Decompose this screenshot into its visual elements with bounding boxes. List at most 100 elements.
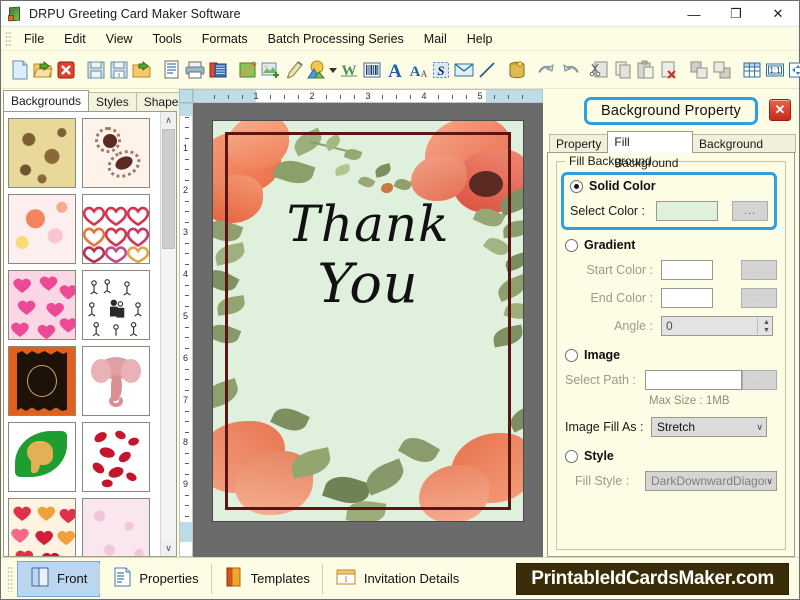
thumb-glitter-hearts[interactable]	[8, 498, 76, 557]
pencil-design-icon[interactable]	[237, 56, 259, 84]
new-document-icon[interactable]	[9, 56, 31, 84]
text-small-icon[interactable]: AA	[407, 56, 429, 84]
end-color-field[interactable]	[661, 288, 713, 308]
menu-item-help[interactable]: Help	[457, 29, 503, 49]
start-color-field[interactable]	[661, 260, 713, 280]
pen-signature-icon[interactable]	[283, 56, 305, 84]
fill-style-select[interactable]: DarkDownwardDiagona ∨	[645, 471, 777, 491]
radio-solid-color[interactable]: Solid Color	[570, 179, 768, 193]
redo-icon[interactable]	[559, 56, 581, 84]
bring-front-icon[interactable]	[688, 56, 710, 84]
menu-item-mail[interactable]: Mail	[414, 29, 457, 49]
scroll-down-arrow-icon[interactable]: ∨	[161, 540, 176, 556]
grid-icon[interactable]	[741, 56, 763, 84]
end-color-browse-button[interactable]: ...	[741, 288, 777, 308]
radio-solid-color-indicator[interactable]	[570, 180, 583, 193]
radio-style-indicator[interactable]	[565, 450, 578, 463]
line-tool-icon[interactable]	[476, 56, 498, 84]
panel-close-icon[interactable]: ✕	[769, 99, 791, 121]
start-color-browse-button[interactable]: ...	[741, 260, 777, 280]
thumb-pink-hearts[interactable]	[8, 270, 76, 340]
thumb-pink-elephant[interactable]	[82, 346, 150, 416]
radio-image[interactable]: Image	[565, 348, 777, 362]
background-list-scrollbar[interactable]: ∧ ∨	[160, 112, 176, 556]
text-large-icon[interactable]: A	[384, 56, 406, 84]
thumb-heart-outlines[interactable]	[82, 194, 150, 264]
tab-fill-background[interactable]: Fill Background	[607, 131, 693, 153]
insert-image-icon[interactable]	[260, 56, 282, 84]
spin-down-icon[interactable]: ▼	[763, 327, 770, 334]
cut-icon[interactable]	[589, 56, 611, 84]
close-document-icon[interactable]	[55, 56, 77, 84]
print-preview-icon[interactable]	[161, 56, 183, 84]
angle-spinner[interactable]: 0 ▲ ▼	[661, 316, 773, 336]
radio-gradient[interactable]: Gradient	[565, 238, 777, 252]
thumb-green-leaf-ganesha[interactable]	[8, 422, 76, 492]
spin-up-icon[interactable]: ▲	[763, 319, 770, 326]
tab-styles[interactable]: Styles	[88, 92, 137, 111]
image-fill-as-select[interactable]: Stretch ∨	[651, 417, 767, 437]
maximize-icon[interactable]: ❐	[715, 1, 757, 27]
shape-dropdown-chevron-icon[interactable]	[329, 56, 337, 84]
tab-property[interactable]: Property	[549, 134, 608, 153]
scroll-up-arrow-icon[interactable]: ∧	[161, 112, 176, 128]
select-color-swatch[interactable]	[656, 201, 718, 221]
menu-item-edit[interactable]: Edit	[54, 29, 96, 49]
save-icon[interactable]	[85, 56, 107, 84]
thumb-pink-damask[interactable]	[82, 498, 150, 557]
barcode-icon[interactable]	[361, 56, 383, 84]
open-folder-icon[interactable]	[32, 56, 54, 84]
database-icon[interactable]	[506, 56, 528, 84]
vertical-ruler[interactable]: 123456789	[179, 103, 193, 557]
menu-item-view[interactable]: View	[96, 29, 143, 49]
bottom-bar-grip-icon[interactable]	[7, 566, 14, 592]
horizontal-ruler[interactable]: 12345	[193, 89, 543, 103]
bottom-tab-templates[interactable]: Templates	[212, 562, 322, 596]
save-as-icon[interactable]: I	[108, 56, 130, 84]
tab-backgrounds[interactable]: Backgrounds	[3, 90, 89, 111]
watermark-icon[interactable]: W	[338, 56, 360, 84]
angle-spinner-arrows[interactable]: ▲ ▼	[757, 318, 771, 334]
greeting-card-preview[interactable]: Thank You	[213, 121, 523, 521]
chevron-down-icon[interactable]: ∨	[766, 476, 773, 487]
thumb-lace-rosettes[interactable]	[82, 118, 150, 188]
select-path-field[interactable]	[645, 370, 742, 390]
fit-page-icon[interactable]	[787, 56, 800, 84]
menu-item-file[interactable]: File	[14, 29, 54, 49]
copy-icon[interactable]	[612, 56, 634, 84]
thumb-vintage-floral[interactable]	[8, 118, 76, 188]
scrollbar-thumb[interactable]	[162, 129, 175, 249]
chevron-down-icon[interactable]: ∨	[756, 422, 763, 433]
thumb-wedding-couples[interactable]	[82, 270, 150, 340]
send-back-icon[interactable]	[711, 56, 733, 84]
actual-size-icon[interactable]: 1:1	[764, 56, 786, 84]
insert-shape-icon[interactable]	[306, 56, 328, 84]
radio-gradient-indicator[interactable]	[565, 239, 578, 252]
bottom-tab-properties[interactable]: Properties	[100, 562, 210, 596]
radio-style[interactable]: Style	[565, 449, 777, 463]
tab-background-effects[interactable]: Background Effects	[692, 134, 796, 153]
design-stage[interactable]: Thank You	[193, 103, 543, 557]
menu-item-batch-processing-series[interactable]: Batch Processing Series	[258, 29, 414, 49]
select-color-browse-button[interactable]: ...	[732, 201, 768, 221]
thumb-red-rose-petals[interactable]	[82, 422, 150, 492]
delete-icon[interactable]	[658, 56, 680, 84]
mail-envelope-icon[interactable]	[453, 56, 475, 84]
menu-grip-icon[interactable]	[5, 31, 12, 47]
export-folder-icon[interactable]	[131, 56, 153, 84]
signature-box-icon[interactable]: S	[430, 56, 452, 84]
close-icon[interactable]: ✕	[757, 1, 799, 27]
paste-icon[interactable]	[635, 56, 657, 84]
radio-image-indicator[interactable]	[565, 349, 578, 362]
select-path-browse-button[interactable]: ...	[742, 370, 777, 390]
thumb-pastel-blossoms[interactable]	[8, 194, 76, 264]
thumb-orange-ganesha[interactable]	[8, 346, 76, 416]
bottom-tab-front[interactable]: Front	[18, 562, 99, 596]
batch-print-icon[interactable]	[207, 56, 229, 84]
bottom-tab-invitation-details[interactable]: I Invitation Details	[323, 562, 471, 596]
menu-item-formats[interactable]: Formats	[192, 29, 258, 49]
menu-item-tools[interactable]: Tools	[143, 29, 192, 49]
card-text[interactable]: Thank You	[213, 199, 523, 311]
undo-icon[interactable]	[536, 56, 558, 84]
minimize-icon[interactable]: —	[673, 1, 715, 27]
